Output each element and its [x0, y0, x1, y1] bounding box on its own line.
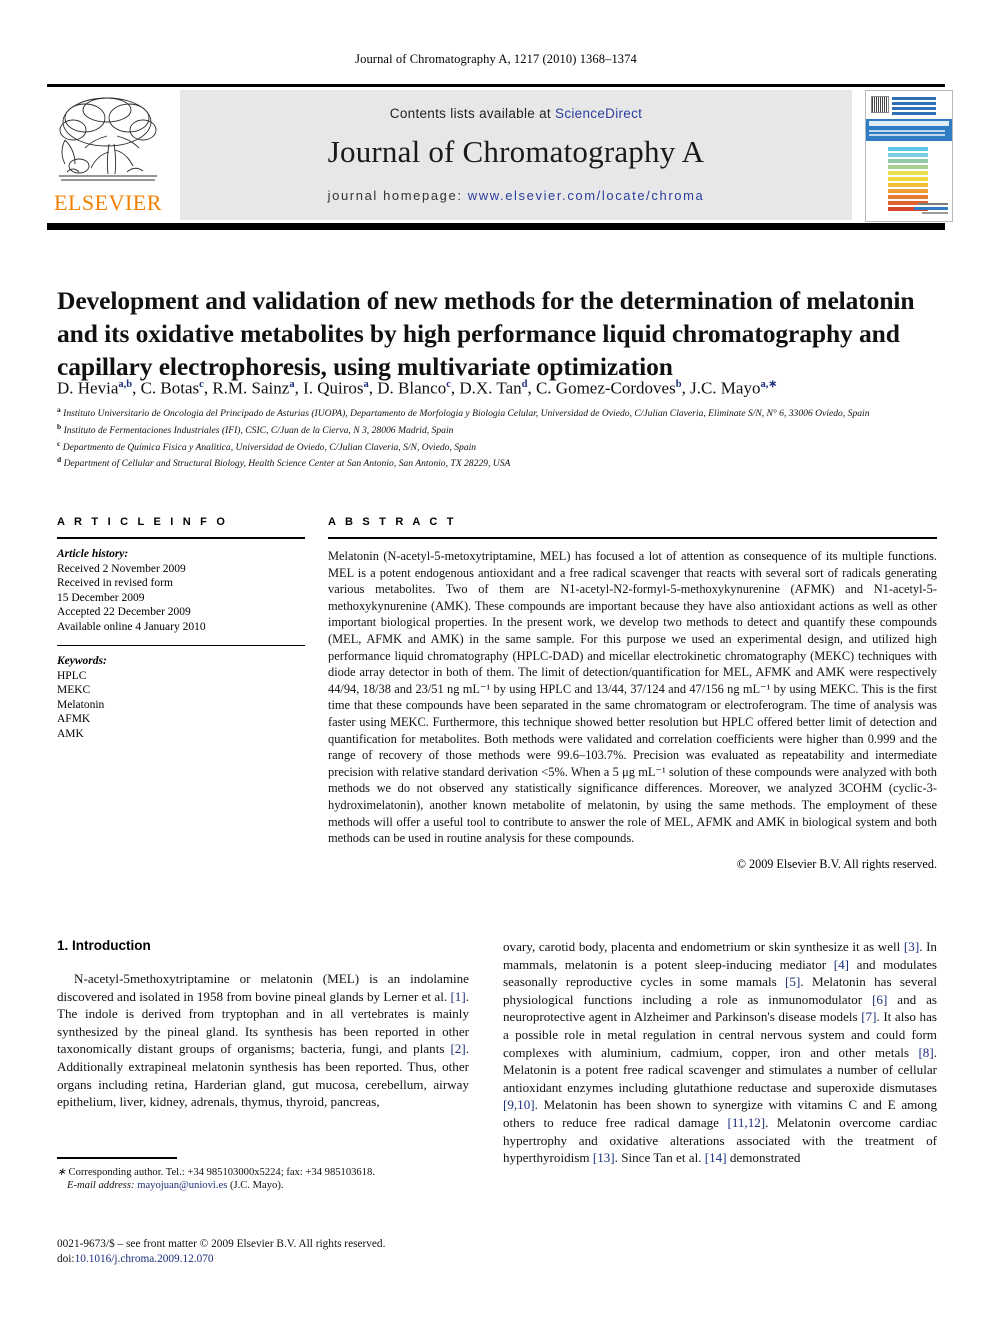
history-item: 15 December 2009	[57, 591, 145, 604]
journal-masthead: ELSEVIER Contents lists available at Sci…	[47, 84, 953, 230]
doi-link[interactable]: 10.1016/j.chroma.2009.12.070	[75, 1253, 214, 1265]
journal-cover-thumbnail	[865, 90, 953, 222]
keywords-block: Keywords: HPLC MEKC Melatonin AFMK AMK	[57, 654, 305, 742]
article-history-label: Article history:	[57, 548, 129, 560]
doi-line: doi:10.1016/j.chroma.2009.12.070	[57, 1252, 527, 1267]
body-column-left: 1. Introduction N-acetyl-5methoxytriptam…	[57, 938, 469, 1111]
elsevier-wordmark: ELSEVIER	[54, 190, 162, 215]
masthead-band: Contents lists available at ScienceDirec…	[180, 90, 852, 220]
introduction-paragraph-left: N-acetyl-5methoxytriptamine or melatonin…	[57, 971, 469, 1110]
front-matter-line: 0021-9673/$ – see front matter © 2009 El…	[57, 1238, 386, 1250]
affiliation-list: a Instituto Universitario de Oncologia d…	[57, 404, 937, 471]
author-list: D. Heviaa,b, C. Botasc, R.M. Sainza, I. …	[57, 378, 778, 398]
article-info-column: A R T I C L E I N F O Article history: R…	[57, 516, 305, 742]
affiliation-item: a Instituto Universitario de Oncologia d…	[57, 405, 870, 420]
affiliation-item: b Instituto de Fermentaciones Industrial…	[57, 421, 454, 436]
keyword-item: AMK	[57, 728, 84, 741]
history-item: Received in revised form	[57, 577, 173, 590]
keyword-item: HPLC	[57, 669, 87, 682]
keywords-rule	[57, 644, 305, 647]
contents-prefix: Contents lists available at	[389, 106, 556, 121]
paper-page: Journal of Chromatography A, 1217 (2010)…	[0, 0, 992, 1323]
body-column-right: ovary, carotid body, placenta and endome…	[503, 938, 937, 1167]
article-history-block: Article history: Received 2 November 200…	[57, 547, 305, 635]
keyword-item: Melatonin	[57, 698, 105, 711]
running-head: Journal of Chromatography A, 1217 (2010)…	[355, 52, 637, 66]
affiliation-text: Instituto de Fermentaciones Industriales…	[63, 424, 454, 436]
journal-cover-art	[866, 91, 952, 221]
journal-homepage-link[interactable]: www.elsevier.com/locate/chroma	[468, 188, 705, 203]
cover-title-band	[866, 119, 952, 141]
article-title: Development and validation of new method…	[57, 286, 915, 382]
abstract-copyright: © 2009 Elsevier B.V. All rights reserved…	[736, 856, 937, 871]
history-item: Accepted 22 December 2009	[57, 606, 191, 619]
corresponding-email-line: E-mail address: mayojuan@uniovi.es (J.C.…	[67, 1180, 284, 1191]
affiliation-item: d Department of Cellular and Structural …	[57, 455, 511, 470]
footnote-rule	[57, 1157, 177, 1159]
affiliation-text: Department of Cellular and Structural Bi…	[63, 458, 511, 470]
abstract-column: A B S T R A C T Melatonin (N-acetyl-5-me…	[328, 516, 937, 872]
abstract-rule	[328, 537, 937, 539]
contents-lists-line: Contents lists available at ScienceDirec…	[180, 106, 852, 121]
barcode-icon	[871, 96, 889, 113]
introduction-paragraph-right: ovary, carotid body, placenta and endome…	[503, 939, 938, 1166]
keyword-item: MEKC	[57, 684, 91, 697]
affiliation-text: Instituto Universitario de Oncologia del…	[63, 408, 870, 420]
keywords-label: Keywords:	[57, 655, 107, 668]
introduction-heading: 1. Introduction	[57, 938, 151, 953]
sciencedirect-link[interactable]: ScienceDirect	[555, 106, 642, 121]
affiliation-item: c Departmento de Química Fisica y Analit…	[57, 438, 477, 453]
corresponding-author-line: ∗ Corresponding author. Tel.: +34 985103…	[57, 1166, 375, 1178]
imprint-block: 0021-9673/$ – see front matter © 2009 El…	[57, 1237, 527, 1267]
cover-footer-mark	[914, 203, 948, 215]
masthead-rule-bottom	[47, 223, 945, 230]
abstract-heading: A B S T R A C T	[328, 516, 457, 528]
keyword-item: AFMK	[57, 713, 91, 726]
article-info-heading: A R T I C L E I N F O	[57, 516, 229, 528]
corresponding-author-footnote: ∗ Corresponding author. Tel.: +34 985103…	[57, 1157, 469, 1192]
history-item: Received 2 November 2009	[57, 562, 186, 575]
article-info-rule	[57, 537, 305, 539]
masthead-rule-top	[47, 84, 945, 87]
abstract-text: Melatonin (N-acetyl-5-metoxytriptamine, …	[328, 549, 937, 846]
affiliation-text: Departmento de Química Fisica y Analitic…	[62, 441, 477, 453]
history-item: Available online 4 January 2010	[57, 620, 206, 633]
elsevier-logo: ELSEVIER	[49, 90, 167, 220]
elsevier-tree-icon	[59, 97, 157, 181]
doi-prefix: doi:	[57, 1253, 75, 1265]
journal-homepage-line: journal homepage: www.elsevier.com/locat…	[180, 188, 852, 203]
homepage-prefix: journal homepage:	[327, 188, 468, 203]
journal-title: Journal of Chromatography A	[327, 134, 705, 169]
